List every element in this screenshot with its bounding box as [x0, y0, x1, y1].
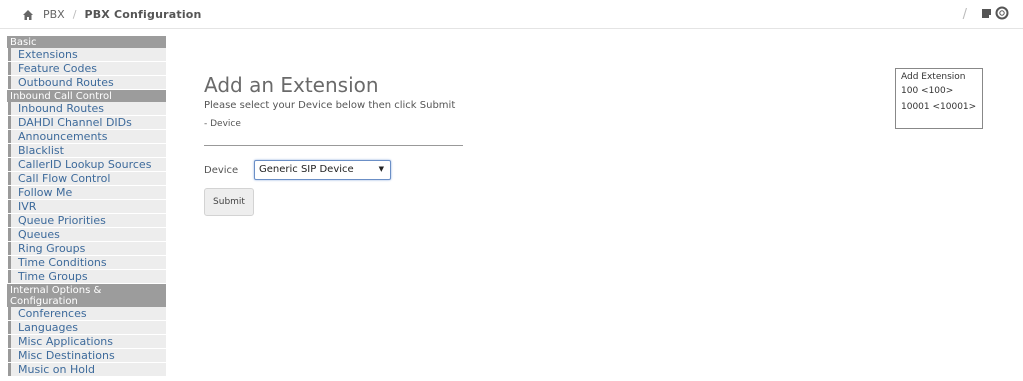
device-field-row: Device Generic SIP Device ▼ — [204, 160, 391, 180]
sidebar-item-blacklist[interactable]: Blacklist — [8, 144, 166, 157]
breadcrumb-root[interactable]: PBX — [43, 8, 65, 21]
device-select-value: Generic SIP Device — [259, 164, 354, 175]
sidebar-item-time-groups[interactable]: Time Groups — [8, 270, 166, 283]
sidebar-item-callerid-lookup-sources[interactable]: CallerID Lookup Sources — [8, 158, 166, 171]
sidebar-item-dahdi-channel-dids[interactable]: DAHDI Channel DIDs — [8, 116, 166, 129]
topbar-actions: / — [963, 6, 1009, 23]
top-bar: PBX / PBX Configuration / — [0, 0, 1023, 29]
sidebar-item-music-on-hold[interactable]: Music on Hold — [8, 363, 166, 376]
sidebar-item-inbound-routes[interactable]: Inbound Routes — [8, 102, 166, 115]
sidebar-item-time-conditions[interactable]: Time Conditions — [8, 256, 166, 269]
device-section-label: - Device — [204, 119, 241, 129]
sidebar-item-misc-applications[interactable]: Misc Applications — [8, 335, 166, 348]
sidebar-item-announcements[interactable]: Announcements — [8, 130, 166, 143]
topbar-separator: / — [962, 7, 967, 22]
sidebar-item-misc-destinations[interactable]: Misc Destinations — [8, 349, 166, 362]
notepad-icon[interactable] — [981, 7, 993, 22]
device-select[interactable]: Generic SIP Device ▼ — [254, 160, 391, 180]
device-label: Device — [204, 164, 239, 176]
sidebar-item-languages[interactable]: Languages — [8, 321, 166, 334]
submit-button[interactable]: Submit — [204, 188, 254, 216]
extension-list-item[interactable]: 10001 <10001> — [901, 102, 982, 113]
sidebar-item-follow-me[interactable]: Follow Me — [8, 186, 166, 199]
home-icon[interactable] — [22, 9, 34, 21]
page-instructions: Please select your Device below then cli… — [204, 100, 456, 111]
sidebar-item-ivr[interactable]: IVR — [8, 200, 166, 213]
sidebar-item-queues[interactable]: Queues — [8, 228, 166, 241]
help-lifebuoy-icon[interactable] — [995, 6, 1009, 23]
sidebar-section-basic: Basic — [7, 36, 166, 48]
sidebar-item-conferences[interactable]: Conferences — [8, 307, 166, 320]
breadcrumb-separator: / — [72, 8, 77, 21]
sidebar-item-queue-priorities[interactable]: Queue Priorities — [8, 214, 166, 227]
add-extension-link[interactable]: Add Extension — [901, 72, 982, 82]
sidebar-item-extensions[interactable]: Extensions — [8, 48, 166, 61]
breadcrumb-current: PBX Configuration — [84, 8, 202, 21]
sidebar-item-feature-codes[interactable]: Feature Codes — [8, 62, 166, 75]
sidebar-nav: Basic Extensions Feature Codes Outbound … — [7, 36, 166, 381]
main-content: Add an Extension Please select your Devi… — [204, 72, 504, 129]
sidebar-section-internal-options: Internal Options & Configuration — [7, 284, 166, 307]
extension-list-item[interactable]: 100 <100> — [901, 86, 982, 97]
sidebar-item-outbound-routes[interactable]: Outbound Routes — [8, 76, 166, 89]
sidebar-item-ring-groups[interactable]: Ring Groups — [8, 242, 166, 255]
breadcrumb: PBX / PBX Configuration — [22, 8, 202, 21]
page-title: Add an Extension — [204, 73, 379, 97]
extension-list-panel: Add Extension 100 <100> 10001 <10001> — [895, 68, 983, 129]
chevron-down-icon: ▼ — [378, 165, 384, 173]
sidebar-item-call-flow-control[interactable]: Call Flow Control — [8, 172, 166, 185]
sidebar-section-inbound-call-control: Inbound Call Control — [7, 90, 166, 102]
section-divider — [204, 145, 463, 146]
